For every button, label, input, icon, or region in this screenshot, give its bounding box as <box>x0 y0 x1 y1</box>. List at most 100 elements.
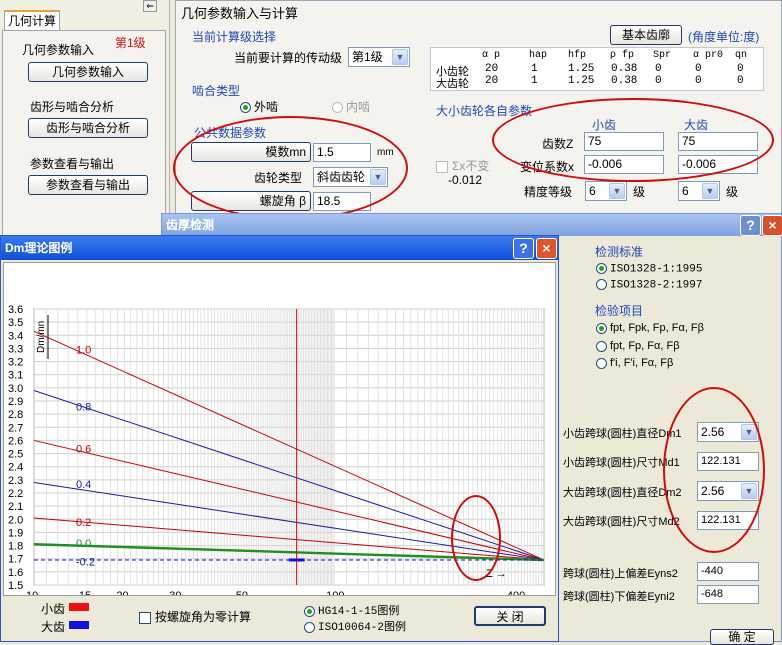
x-tick-label: 50 <box>236 590 248 595</box>
cell: 20 <box>485 63 499 75</box>
rack-row-big: 大齿轮 20 1 1.25 0.38 0 0 0 <box>431 75 761 91</box>
accuracy-big-value: 6 <box>682 184 689 198</box>
stage-group-title: 当前计算级选择 <box>192 30 277 44</box>
y-tick-label: 3.6 <box>8 304 23 316</box>
mesh-internal-label: 内啮 <box>346 100 371 114</box>
cell: 0 <box>695 75 702 87</box>
sum-x-label: Σx不变 <box>452 159 490 173</box>
radio-icon <box>596 279 607 290</box>
upper-dev-label: 跨球(圆柱)上偏差Eyns2 <box>563 568 678 580</box>
radio-icon <box>304 621 315 633</box>
cell: 1.25 <box>568 63 595 75</box>
x-tick-label: 100 <box>326 590 344 595</box>
y-tick-label: 2.0 <box>8 514 23 526</box>
standard-label: ISO1328-1:1995 <box>610 263 703 276</box>
geometry-input-button[interactable]: 几何参数输入 <box>28 62 148 82</box>
main-title: 几何参数输入与计算 <box>181 6 299 21</box>
close-icon[interactable]: × <box>762 215 782 236</box>
item-radio-2[interactable]: fpt, Fp, Fα, Fβ <box>596 340 680 352</box>
radio-checked-icon <box>596 322 607 334</box>
mesh-internal-radio[interactable]: 内啮 <box>332 98 370 115</box>
item-radio-3[interactable]: f'i, F'i, Fα, Fβ <box>596 357 673 369</box>
checkbox-icon <box>436 160 448 173</box>
radio-iso[interactable]: ISO10064-2图例 <box>304 618 406 634</box>
radio-hg[interactable]: HG14-1-15图例 <box>304 602 399 618</box>
accuracy-unit-big: 级 <box>726 185 739 199</box>
y-tick-label: 2.5 <box>8 449 23 461</box>
item-radio-1[interactable]: fpt, Fpk, Fp, Fα, Fβ <box>596 322 704 334</box>
basic-rack-button[interactable]: 基本齿廓 <box>610 25 682 45</box>
cell: 0 <box>695 63 702 75</box>
radio-checked-icon <box>240 102 251 114</box>
ok-button[interactable]: 确 定 <box>710 629 774 645</box>
stage-label: 当前要计算的传动级 <box>234 51 343 65</box>
radio-iso-label: ISO10064-2图例 <box>318 622 407 634</box>
standard-radio-1995[interactable]: ISO1328-1:1995 <box>596 263 702 275</box>
tab-geometry[interactable]: 几何计算 <box>4 10 60 30</box>
accuracy-unit-small: 级 <box>633 185 646 199</box>
series-label: 0.2 <box>76 517 91 529</box>
standard-label: ISO1328-2:1997 <box>610 279 703 292</box>
col-spr: Spr <box>653 50 672 61</box>
cell: 1.25 <box>568 75 595 87</box>
y-tick-label: 2.9 <box>8 396 23 408</box>
col-alpha-pr0: α pr0 <box>693 50 724 61</box>
y-tick-label: 2.7 <box>8 422 23 434</box>
legend-small-swatch <box>69 603 89 611</box>
section-title-params: 几何参数输入 <box>22 43 95 57</box>
y-tick-label: 3.0 <box>8 383 23 395</box>
mesh-group-title: 啮合类型 <box>192 84 241 98</box>
radio-checked-icon <box>304 605 315 617</box>
accuracy-small-select[interactable]: 6 ▼ <box>585 181 627 201</box>
y-tick-label: 1.8 <box>8 541 23 553</box>
annotation-oval <box>663 387 765 553</box>
item-label: fpt, Fp, Fα, Fβ <box>610 340 680 352</box>
close-button[interactable]: 关 闭 <box>474 606 546 626</box>
cell: 20 <box>485 75 499 87</box>
accuracy-big-select[interactable]: 6 ▼ <box>678 181 720 201</box>
checkbox-icon <box>139 611 151 624</box>
y-tick-label: 1.7 <box>8 554 23 566</box>
item-label: f'i, F'i, Fα, Fβ <box>610 357 674 369</box>
accuracy-small-value: 6 <box>589 184 596 198</box>
upper-dev-input[interactable]: -440 <box>697 562 759 581</box>
rack-table-header: α p hap hfp ρ fp Spr α pr0 qn <box>431 50 761 62</box>
cell: 0 <box>655 75 662 87</box>
stage-select[interactable]: 第1级 ▼ <box>348 47 410 67</box>
tooth-dialog-title: 齿厚检测 <box>166 218 215 232</box>
y-tick-label: 2.6 <box>8 435 23 447</box>
x-tick-label: 15 <box>79 590 91 595</box>
y-tick-label: 2.2 <box>8 488 23 500</box>
series-label: 1.0 <box>76 345 91 357</box>
mesh-external-radio[interactable]: 外啮 <box>240 98 278 115</box>
standard-group-title: 检测标准 <box>595 245 644 259</box>
series-label: 0.6 <box>76 443 91 455</box>
help-icon[interactable]: ? <box>513 238 534 259</box>
annotation-oval <box>173 116 408 220</box>
legend-big-label: 大齿 <box>41 620 66 634</box>
x-tick-label: 30 <box>169 590 181 595</box>
chevron-down-icon: ▼ <box>702 183 718 199</box>
dm-dialog-titlebar: Dm理论图例 <box>1 236 558 260</box>
md2-label: 大齿跨球(圆柱)尺寸Md2 <box>563 516 680 528</box>
scroll-button[interactable]: ⇐ <box>143 0 157 12</box>
tooth-analysis-button[interactable]: 齿形与啮合分析 <box>28 118 148 138</box>
y-tick-label: 3.5 <box>8 317 23 329</box>
standard-radio-1997[interactable]: ISO1328-2:1997 <box>596 279 702 291</box>
sum-x-checkbox[interactable]: Σx不变 <box>436 157 489 174</box>
close-icon[interactable]: × <box>536 238 557 259</box>
output-button[interactable]: 参数查看与输出 <box>28 175 148 195</box>
y-tick-label: 3.3 <box>8 343 23 355</box>
row-name: 大齿轮 <box>436 79 469 91</box>
y-tick-label: 2.8 <box>8 409 23 421</box>
col-rho-fp: ρ fp <box>610 50 635 61</box>
help-icon[interactable]: ? <box>740 215 761 236</box>
lower-dev-input[interactable]: -648 <box>697 585 759 604</box>
zero-helix-checkbox[interactable]: 按螺旋角为零计算 <box>139 608 251 625</box>
y-tick-label: 2.1 <box>8 501 23 513</box>
series-label: -0.2 <box>76 556 95 568</box>
y-tick-label: 3.2 <box>8 357 23 369</box>
angle-unit-label: (角度单位:度) <box>688 30 760 44</box>
item-label: fpt, Fpk, Fp, Fα, Fβ <box>610 322 704 334</box>
x-tick-label: 400 <box>507 590 525 595</box>
